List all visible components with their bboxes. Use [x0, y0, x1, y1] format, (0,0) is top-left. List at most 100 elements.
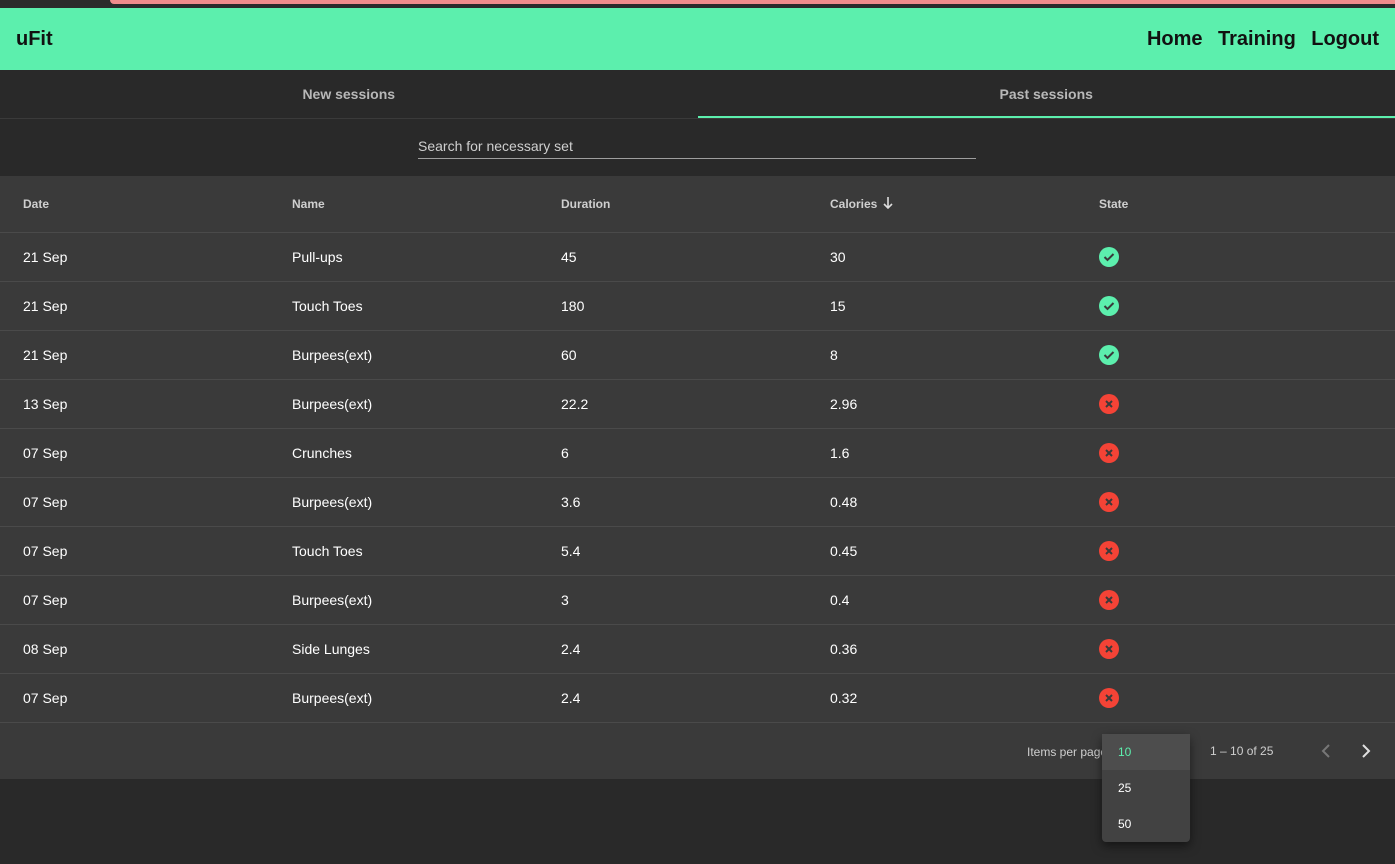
main-nav: Home Training Logout	[1136, 28, 1379, 51]
check-circle-icon	[1099, 345, 1119, 365]
header-duration[interactable]: Duration	[538, 197, 807, 211]
cell-date: 07 Sep	[23, 592, 68, 608]
range-label: 1 – 10 of 25	[1210, 744, 1274, 758]
cancel-circle-icon	[1099, 541, 1119, 561]
cell-date: 07 Sep	[23, 445, 68, 461]
table-row[interactable]: 21 Sep Touch Toes 180 15	[0, 282, 1395, 331]
tab-new-sessions[interactable]: New sessions	[0, 70, 698, 118]
check-circle-icon	[1099, 296, 1119, 316]
cell-name: Touch Toes	[292, 543, 363, 559]
cell-date: 21 Sep	[23, 298, 68, 314]
top-accent-strip	[110, 0, 1395, 4]
nav-training-link[interactable]: Training	[1218, 28, 1296, 50]
cell-state	[1076, 590, 1395, 610]
cell-state	[1076, 443, 1395, 463]
cell-date: 13 Sep	[23, 396, 68, 412]
chevron-left-icon	[1321, 744, 1330, 758]
cell-name: Burpees(ext)	[292, 396, 373, 412]
table-body: 21 Sep Pull-ups 45 30 21 Sep Touch Toes 180 15 2…	[0, 233, 1395, 723]
cell-date: 07 Sep	[23, 690, 68, 706]
items-per-page-dropdown: 10 25 50	[1102, 734, 1190, 842]
cell-calories: 2.96	[830, 396, 858, 412]
search-area	[0, 119, 1395, 176]
page-size-option[interactable]: 50	[1102, 806, 1190, 842]
cancel-circle-icon	[1099, 394, 1119, 414]
next-page-button[interactable]	[1354, 739, 1378, 763]
cell-state	[1076, 296, 1395, 316]
check-circle-icon	[1099, 247, 1119, 267]
cell-state	[1076, 394, 1395, 414]
table-row[interactable]: 07 Sep Burpees(ext) 2.4 0.32	[0, 674, 1395, 723]
cancel-circle-icon	[1099, 688, 1119, 708]
page-size-option[interactable]: 10	[1102, 734, 1190, 770]
header-name[interactable]: Name	[269, 197, 538, 211]
table-row[interactable]: 13 Sep Burpees(ext) 22.2 2.96	[0, 380, 1395, 429]
previous-page-button[interactable]	[1314, 739, 1338, 763]
cell-name: Side Lunges	[292, 641, 370, 657]
cell-duration: 3	[561, 592, 569, 608]
cell-calories: 1.6	[830, 445, 850, 461]
cell-date: 07 Sep	[23, 543, 68, 559]
table-header-row: Date Name Duration Calories State	[0, 176, 1395, 233]
table-row[interactable]: 07 Sep Burpees(ext) 3.6 0.48	[0, 478, 1395, 527]
cell-duration: 60	[561, 347, 577, 363]
cell-duration: 6	[561, 445, 569, 461]
cell-name: Touch Toes	[292, 298, 363, 314]
cell-name: Burpees(ext)	[292, 347, 373, 363]
cancel-circle-icon	[1099, 639, 1119, 659]
cell-state	[1076, 541, 1395, 561]
table-row[interactable]: 07 Sep Touch Toes 5.4 0.45	[0, 527, 1395, 576]
app-brand[interactable]: uFit	[16, 28, 53, 51]
cell-calories: 0.32	[830, 690, 858, 706]
cell-duration: 3.6	[561, 494, 581, 510]
cell-name: Burpees(ext)	[292, 494, 373, 510]
page-size-option[interactable]: 25	[1102, 770, 1190, 806]
cell-duration: 2.4	[561, 641, 581, 657]
cell-calories: 8	[830, 347, 838, 363]
cancel-circle-icon	[1099, 492, 1119, 512]
cell-date: 08 Sep	[23, 641, 68, 657]
items-per-page-label: Items per page	[1027, 745, 1108, 759]
cell-name: Burpees(ext)	[292, 690, 373, 706]
cell-state	[1076, 688, 1395, 708]
cell-duration: 22.2	[561, 396, 589, 412]
cell-name: Crunches	[292, 445, 352, 461]
table-row[interactable]: 07 Sep Burpees(ext) 3 0.4	[0, 576, 1395, 625]
past-sessions-table: Date Name Duration Calories State 21 Sep…	[0, 176, 1395, 723]
cancel-circle-icon	[1099, 443, 1119, 463]
cell-duration: 45	[561, 249, 577, 265]
cell-date: 07 Sep	[23, 494, 68, 510]
cell-calories: 0.45	[830, 543, 858, 559]
tab-past-sessions[interactable]: Past sessions	[697, 70, 1395, 118]
cell-state	[1076, 492, 1395, 512]
chevron-right-icon	[1362, 744, 1371, 758]
table-row[interactable]: 07 Sep Crunches 6 1.6	[0, 429, 1395, 478]
cell-calories: 30	[830, 249, 846, 265]
app-toolbar: uFit Home Training Logout	[0, 8, 1395, 70]
cell-duration: 2.4	[561, 690, 581, 706]
cell-calories: 0.48	[830, 494, 858, 510]
cancel-circle-icon	[1099, 590, 1119, 610]
cell-calories: 0.36	[830, 641, 858, 657]
cell-duration: 5.4	[561, 543, 581, 559]
nav-logout-link[interactable]: Logout	[1311, 28, 1379, 50]
cell-calories: 15	[830, 298, 846, 314]
search-input[interactable]	[418, 133, 976, 159]
cell-name: Pull-ups	[292, 249, 343, 265]
nav-home-link[interactable]: Home	[1147, 28, 1203, 50]
browser-top-strip	[0, 0, 1395, 8]
cell-state	[1076, 345, 1395, 365]
table-row[interactable]: 21 Sep Burpees(ext) 60 8	[0, 331, 1395, 380]
header-date[interactable]: Date	[0, 197, 269, 211]
header-state[interactable]: State	[1076, 197, 1395, 211]
cell-state	[1076, 639, 1395, 659]
session-tabs: New sessions Past sessions	[0, 70, 1395, 119]
cell-date: 21 Sep	[23, 249, 68, 265]
table-row[interactable]: 08 Sep Side Lunges 2.4 0.36	[0, 625, 1395, 674]
arrow-down-icon	[883, 196, 893, 212]
header-calories[interactable]: Calories	[807, 196, 1076, 212]
cell-duration: 180	[561, 298, 585, 314]
cell-name: Burpees(ext)	[292, 592, 373, 608]
table-row[interactable]: 21 Sep Pull-ups 45 30	[0, 233, 1395, 282]
cell-state	[1076, 247, 1395, 267]
